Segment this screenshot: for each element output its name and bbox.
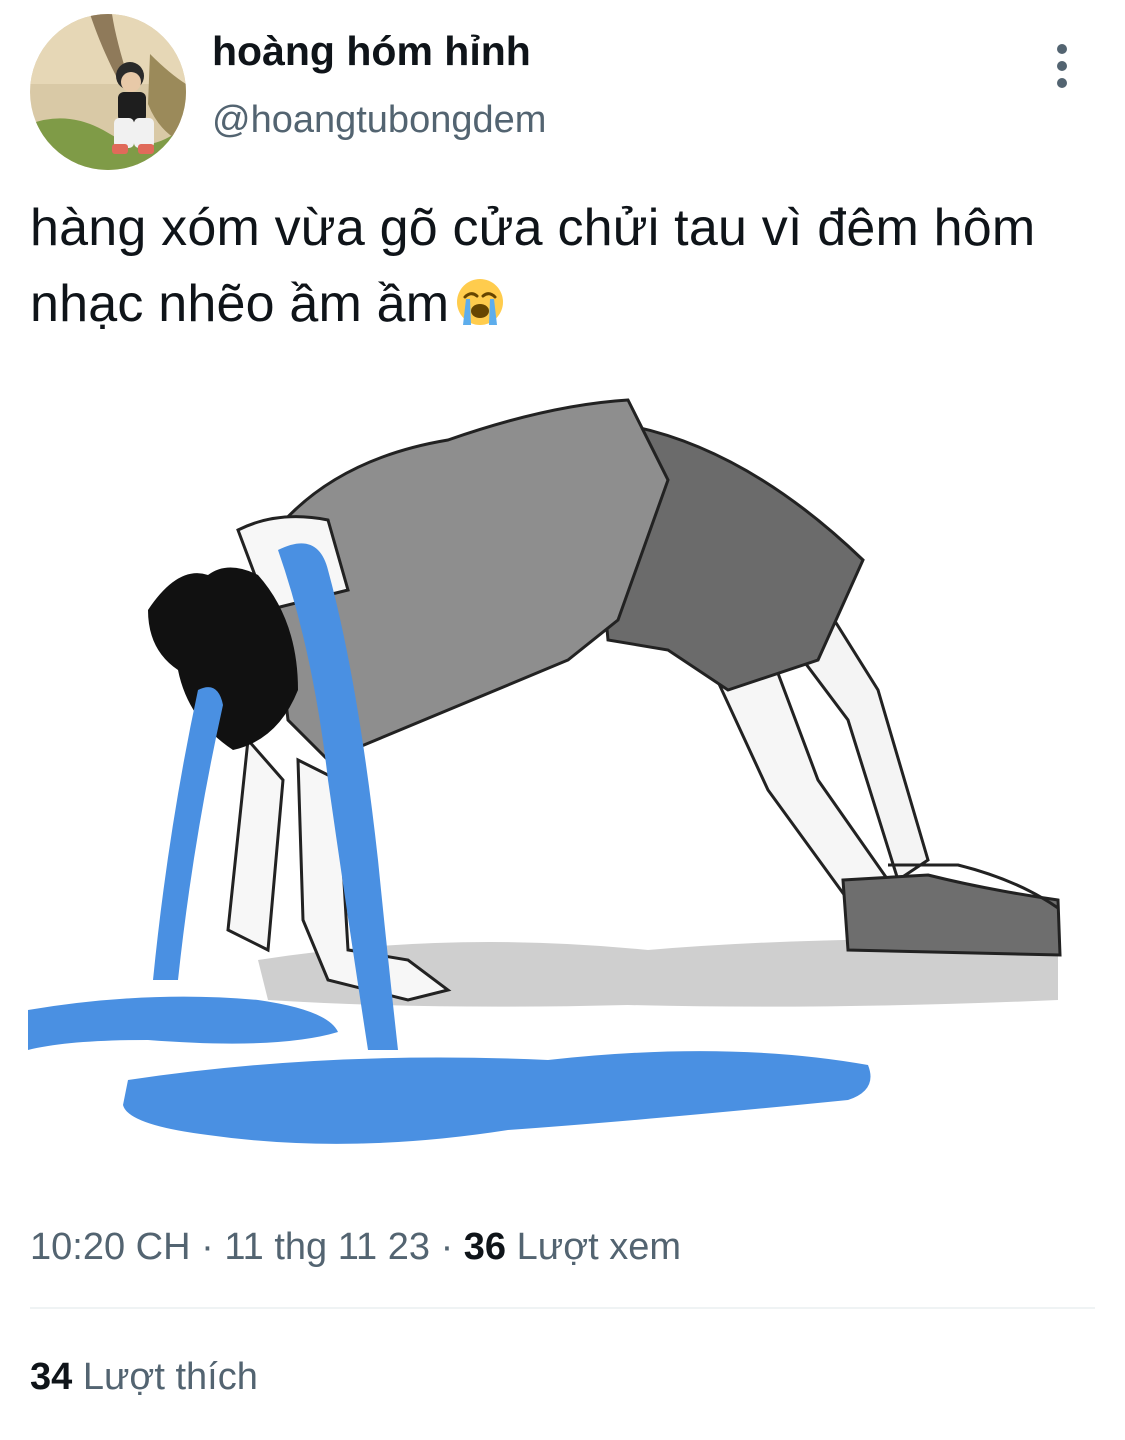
divider: [30, 1307, 1095, 1309]
meta-separator: ·: [201, 1226, 214, 1268]
tweet-body: hàng xóm vừa gõ cửa chửi tau vì đêm hôm …: [30, 199, 1036, 333]
tweet-time[interactable]: 10:20 CH: [30, 1226, 191, 1268]
views-count: 36: [463, 1226, 507, 1268]
likes-count: 34: [30, 1356, 73, 1398]
more-dot: [1057, 44, 1067, 54]
likes-label: Lượt thích: [82, 1356, 258, 1398]
profile-photo-icon: [30, 14, 186, 170]
loudly-crying-face-icon: [455, 272, 505, 348]
more-dot: [1057, 78, 1067, 88]
tweet-media[interactable]: [28, 360, 1068, 1190]
avatar[interactable]: [30, 14, 186, 170]
more-dot: [1057, 61, 1067, 71]
tweet-text: hàng xóm vừa gõ cửa chửi tau vì đêm hôm …: [30, 190, 1110, 348]
more-vertical-icon[interactable]: [1048, 44, 1076, 88]
tweet-meta: 10:20 CH · 11 thg 11 23 · 36 Lượt xem: [30, 1222, 681, 1272]
meta-separator: ·: [440, 1226, 454, 1268]
tweet-header: hoàng hóm hỉnh @hoangtubongdem: [30, 14, 1100, 174]
author-names: hoàng hóm hỉnh @hoangtubongdem: [212, 28, 546, 142]
handle[interactable]: @hoangtubongdem: [212, 98, 546, 142]
tweet-date[interactable]: 11 thg 11 23: [224, 1226, 430, 1268]
views-label: Lượt xem: [516, 1226, 682, 1268]
crying-cartoon-meme-image: [28, 360, 1068, 1190]
display-name[interactable]: hoàng hóm hỉnh: [212, 28, 546, 74]
likes-stat[interactable]: 34 Lượt thích: [30, 1352, 258, 1402]
